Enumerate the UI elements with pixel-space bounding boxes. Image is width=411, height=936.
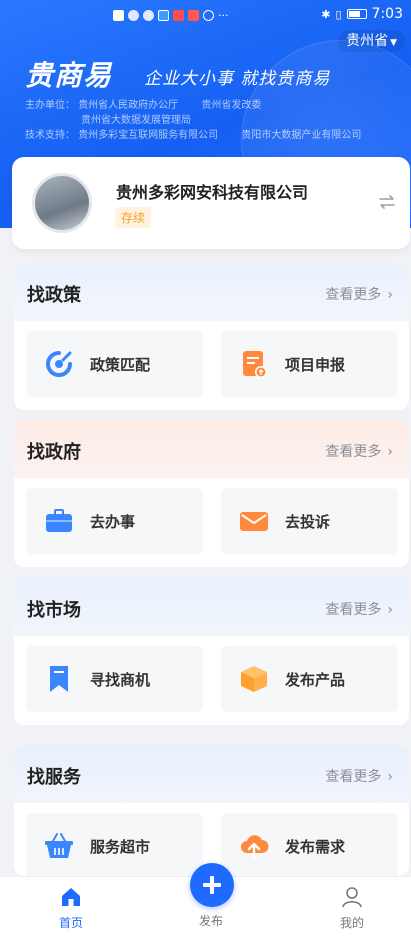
view-more-link[interactable]: 查看更多 ›: [325, 599, 393, 619]
tile-label: 去办事: [90, 513, 136, 531]
tile-do-business[interactable]: 去办事: [26, 488, 203, 554]
tile-policy-match[interactable]: 政策匹配: [26, 331, 203, 397]
tile-publish-product[interactable]: 发布产品: [221, 646, 398, 712]
app-red2-icon: [188, 10, 199, 21]
bookmark-icon: [50, 666, 68, 692]
tech-label: 技术支持：: [25, 130, 75, 141]
more-notifications-icon: ···: [218, 9, 229, 22]
sponsor-line-2: 贵州省大数据发展管理局: [25, 111, 191, 126]
tech-2: 贵阳市大数据产业有限公司: [241, 130, 362, 141]
project-declare-icon: [243, 351, 267, 378]
tile-label: 寻找商机: [90, 671, 151, 689]
tile-label: 发布产品: [285, 671, 346, 689]
sponsor-1: 贵州省人民政府办公厅: [78, 100, 179, 111]
sponsor-2: 贵州省发改委: [201, 100, 262, 111]
slogan: 企业大小事 就找贵商易: [144, 69, 331, 89]
tab-mine-label: 我的: [339, 916, 364, 930]
user-icon: [342, 887, 362, 908]
battery-icon: [346, 9, 367, 19]
region-label: 贵州省: [346, 33, 389, 49]
view-more-link[interactable]: 查看更多 ›: [325, 766, 393, 786]
status-bar: ··· ✱ ▯ 7:03: [0, 0, 411, 30]
chevron-right-icon: ›: [387, 769, 393, 785]
tab-home-label: 首页: [58, 916, 83, 930]
app-red-icon: [173, 10, 184, 21]
mail-icon: [240, 512, 268, 531]
tab-mine[interactable]: 我的: [312, 877, 392, 936]
basket-icon: [45, 833, 73, 858]
briefcase-icon: [46, 509, 72, 532]
tile-label: 项目申报: [285, 356, 346, 374]
app-icon: [143, 10, 154, 21]
alert-icon: [113, 10, 124, 21]
box-icon: [241, 666, 267, 692]
search-app-icon: [158, 10, 169, 21]
region-selector[interactable]: 贵州省 ▼: [338, 30, 405, 52]
chevron-right-icon: ›: [387, 602, 393, 618]
tile-label: 政策匹配: [90, 356, 151, 374]
tile-find-opportunity[interactable]: 寻找商机: [26, 646, 203, 712]
tech-1: 贵州多彩宝互联网服务有限公司: [78, 130, 219, 141]
company-card[interactable]: 贵州多彩网安科技有限公司 存续: [12, 157, 410, 249]
sponsor-line: 主办单位： 贵州省人民政府办公厅 贵州省发改委: [25, 96, 261, 111]
tile-label: 去投诉: [285, 513, 331, 531]
view-more-link[interactable]: 查看更多 ›: [325, 284, 393, 304]
tile-project-declare[interactable]: 项目申报: [221, 331, 398, 397]
section-title: 找政府: [27, 442, 81, 463]
tab-publish-label[interactable]: 发布: [171, 912, 251, 929]
section-policy: 找政策 查看更多 › 政策匹配 项目申报: [14, 263, 409, 410]
view-more-label: 查看更多: [325, 769, 382, 785]
section-title: 找政策: [27, 285, 81, 306]
section-title: 找市场: [27, 600, 81, 621]
view-more-label: 查看更多: [325, 602, 382, 618]
publish-button[interactable]: [190, 863, 234, 907]
view-more-label: 查看更多: [325, 287, 382, 303]
bulb-icon: [203, 10, 214, 21]
wifi-icon: [128, 10, 139, 21]
view-more-label: 查看更多: [325, 444, 382, 460]
section-service: 找服务 查看更多 › 服务超市 发布需求: [14, 745, 409, 876]
chevron-right-icon: ›: [387, 444, 393, 460]
brand-logo: 贵商易: [25, 59, 113, 92]
caret-down-icon: ▼: [390, 38, 397, 48]
view-more-link[interactable]: 查看更多 ›: [325, 441, 393, 461]
section-header: 找政府 查看更多 ›: [14, 420, 409, 478]
tile-complaint[interactable]: 去投诉: [221, 488, 398, 554]
section-header: 找市场 查看更多 ›: [14, 578, 409, 636]
section-market: 找市场 查看更多 › 寻找商机 发布产品: [14, 578, 409, 725]
company-avatar: [32, 173, 92, 233]
tech-support-line: 技术支持： 贵州多彩宝互联网服务有限公司 贵阳市大数据产业有限公司: [25, 126, 361, 141]
company-name: 贵州多彩网安科技有限公司: [116, 183, 309, 202]
section-title: 找服务: [27, 767, 81, 788]
chevron-right-icon: ›: [387, 287, 393, 303]
home-icon: [62, 888, 80, 906]
section-header: 找服务 查看更多 ›: [14, 745, 409, 803]
sponsor-3: 贵州省大数据发展管理局: [81, 115, 191, 126]
status-badge: 存续: [115, 207, 152, 228]
tab-home[interactable]: 首页: [31, 877, 111, 936]
sponsor-label: 主办单位：: [25, 100, 75, 111]
bluetooth-icon: ✱: [321, 7, 331, 21]
system-icons: ✱ ▯ 7:03: [321, 6, 403, 22]
tile-label: 服务超市: [90, 838, 151, 856]
cloud-upload-icon: [241, 835, 269, 860]
vibrate-icon: ▯: [335, 7, 342, 21]
switch-company-icon[interactable]: [378, 193, 396, 211]
notification-icons: ···: [113, 9, 229, 22]
clock: 7:03: [371, 6, 403, 22]
section-government: 找政府 查看更多 › 去办事 去投诉: [14, 420, 409, 567]
tile-service-market[interactable]: 服务超市: [26, 813, 203, 876]
tile-label: 发布需求: [285, 838, 346, 856]
section-header: 找政策 查看更多 ›: [14, 263, 409, 321]
policy-match-icon: [46, 351, 72, 377]
tile-publish-demand[interactable]: 发布需求: [221, 813, 398, 876]
